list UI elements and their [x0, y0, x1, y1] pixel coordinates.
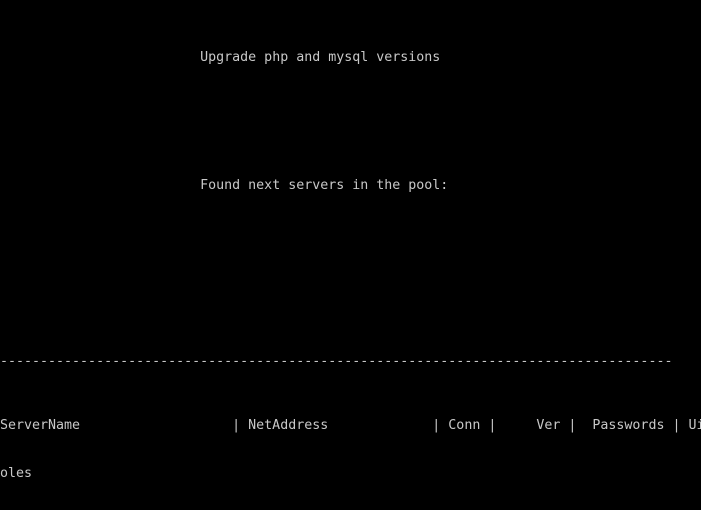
- table-separator-top: ----------------------------------------…: [0, 354, 673, 369]
- table-header-row-wrap: oles: [0, 466, 33, 481]
- subtitle-indent: [0, 178, 200, 193]
- title-heading: Upgrade php and mysql versions: [200, 50, 441, 65]
- title-subheading-line: Found next servers in the pool:: [0, 178, 701, 194]
- title-subheading: Found next servers in the pool:: [200, 178, 449, 193]
- table-header-row: ServerName | NetAddress | Conn | Ver | P…: [0, 418, 701, 433]
- title-heading-line: Upgrade php and mysql versions: [0, 50, 701, 66]
- title-indent: [0, 50, 200, 65]
- terminal-screen[interactable]: Upgrade php and mysql versions Found nex…: [0, 0, 701, 510]
